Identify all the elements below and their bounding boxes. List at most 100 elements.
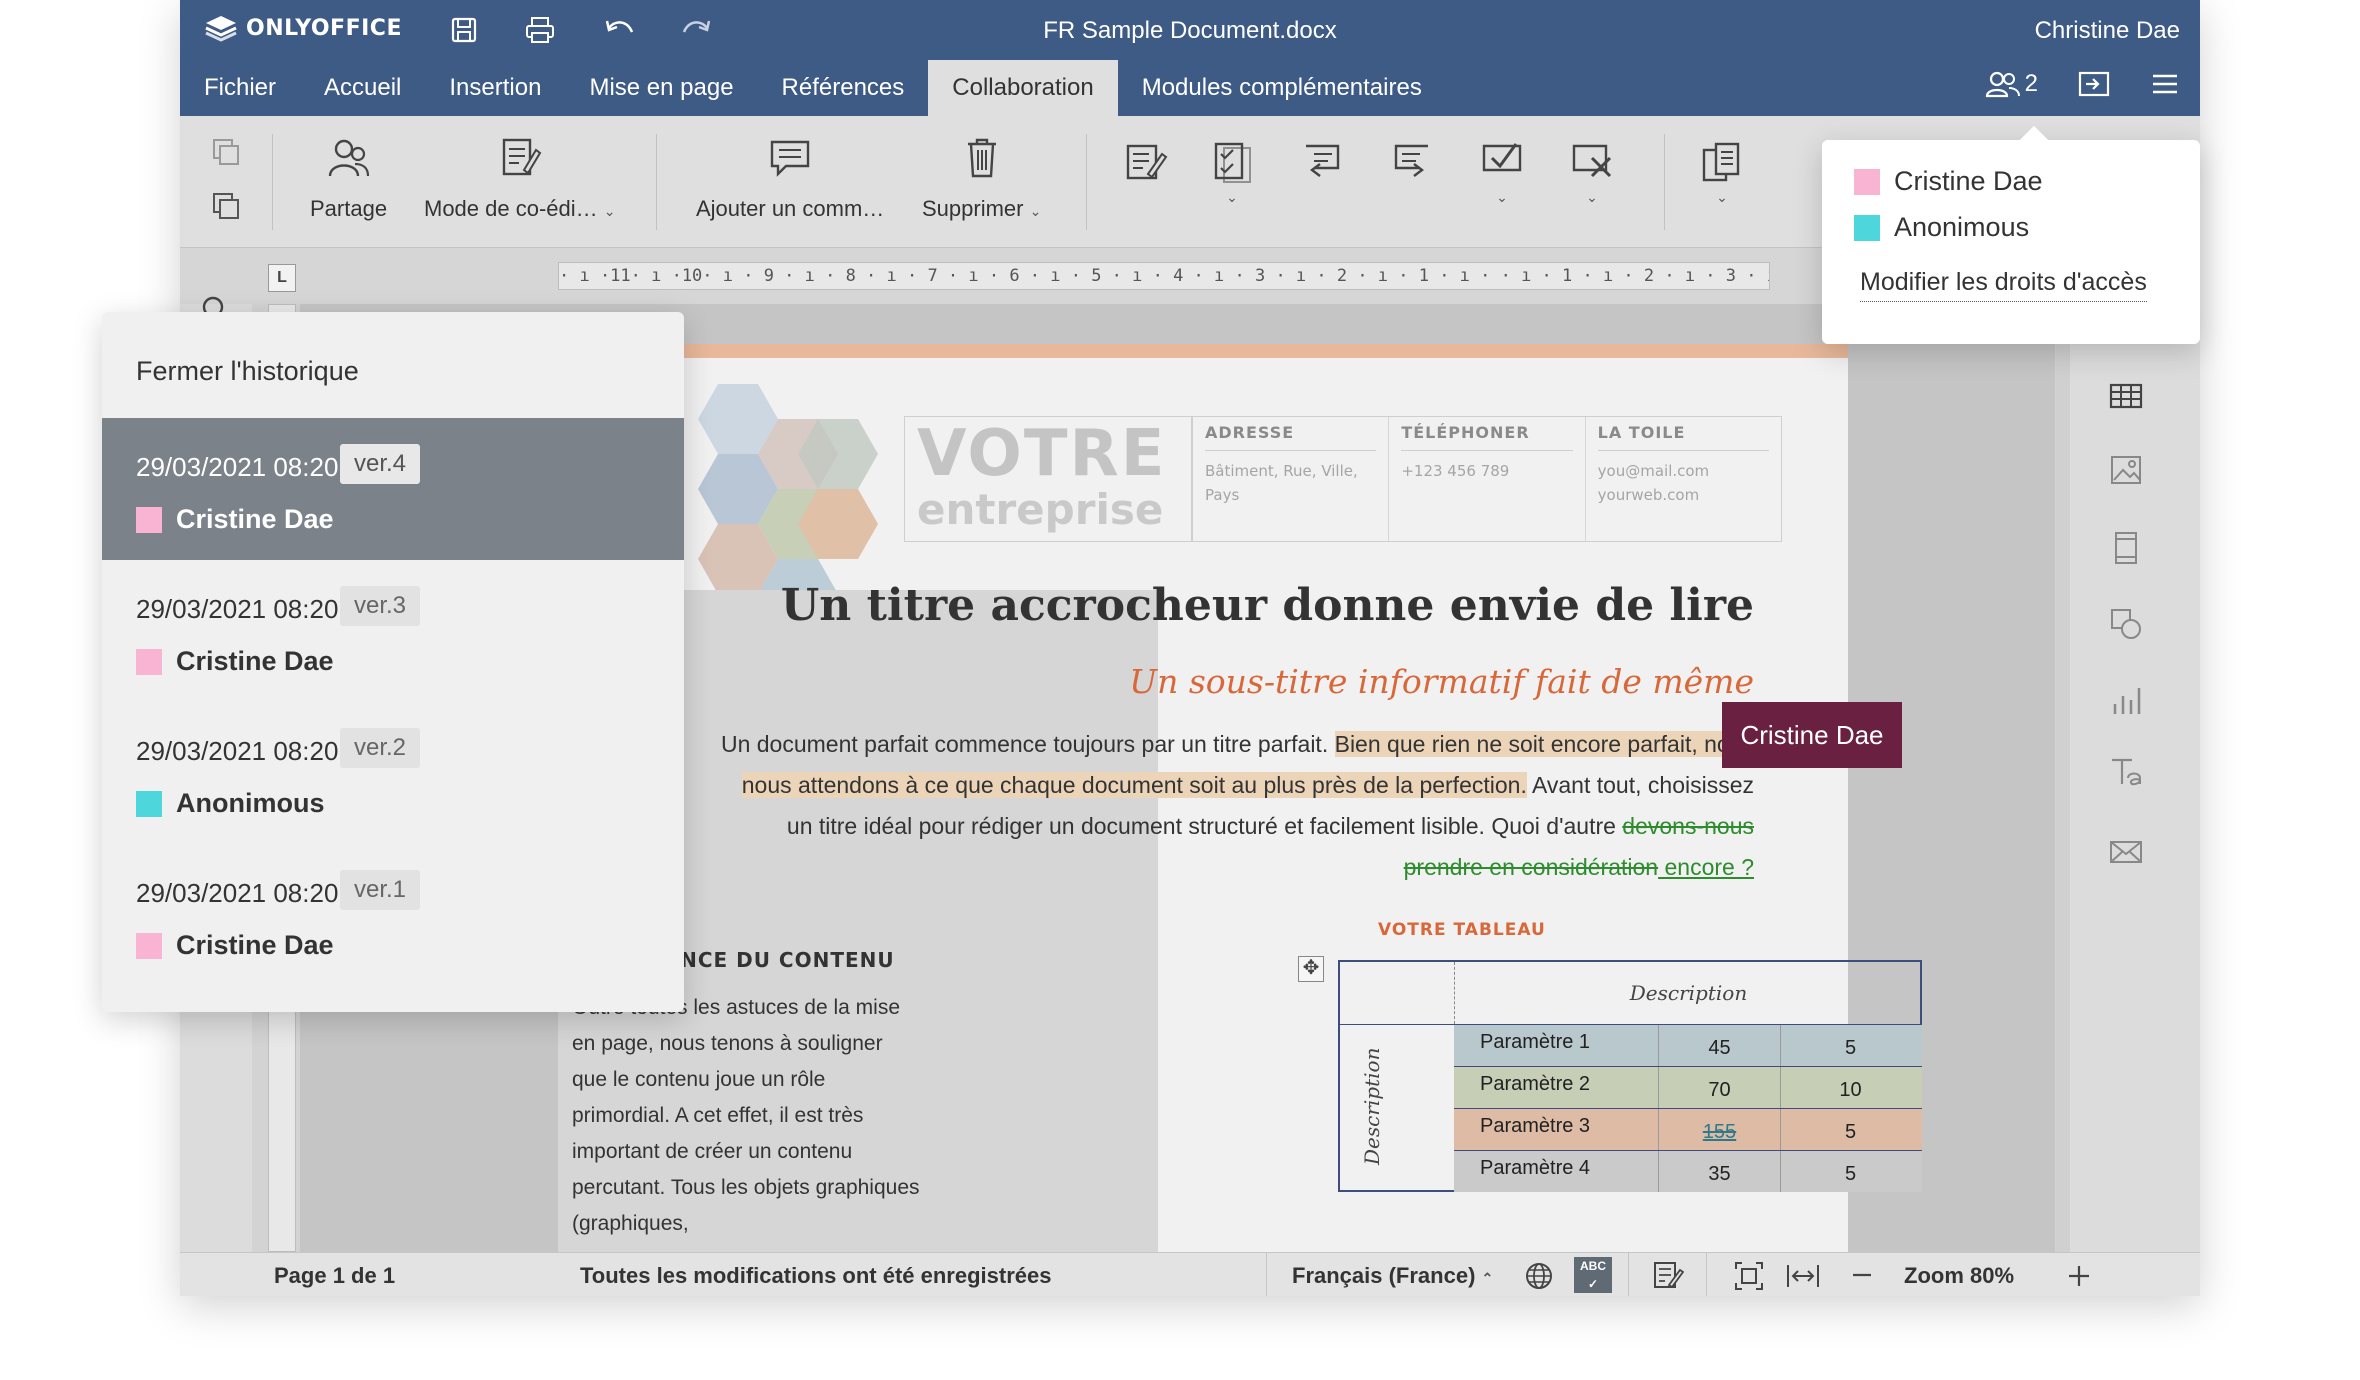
inserted-text[interactable]: encore ?: [1658, 854, 1754, 880]
document-heading[interactable]: Un titre accrocheur donne envie de lire: [781, 580, 1754, 631]
manage-access-rights-link[interactable]: Modifier les droits d'accès: [1860, 268, 2147, 302]
chart-settings-icon[interactable]: [2108, 682, 2144, 718]
hamburger-menu-icon[interactable]: [2150, 72, 2180, 96]
table-cell: 70: [1658, 1067, 1780, 1108]
history-user: Cristine Dae: [136, 930, 334, 961]
contact-header: TÉLÉPHONER: [1401, 423, 1573, 451]
trash-icon: [967, 138, 996, 178]
tab-mise-en-page[interactable]: Mise en page: [565, 60, 757, 116]
history-date: 29/03/2021 08:20: [136, 452, 339, 482]
company-name-big: VOTRE: [917, 417, 1167, 491]
share-button[interactable]: Partage: [310, 136, 387, 222]
user-color-swatch: [136, 790, 162, 817]
shape-settings-icon[interactable]: [2108, 606, 2144, 642]
chevron-down-icon: ⌄: [1716, 189, 1728, 205]
language-selector[interactable]: Français (France) ⌃: [1292, 1263, 1493, 1289]
tab-references[interactable]: Références: [758, 60, 929, 116]
coedit-mode-label-wrap: Mode de co-édi… ⌄: [424, 196, 616, 222]
tab-stop-selector[interactable]: L: [268, 264, 296, 292]
table-row[interactable]: Paramètre 2 70 10: [1454, 1066, 1922, 1108]
document-subtitle[interactable]: Un sous-titre informatif fait de même: [1129, 662, 1754, 701]
image-settings-icon[interactable]: [2108, 452, 2144, 488]
track-changes-icon[interactable]: [1124, 140, 1168, 184]
history-date: 29/03/2021 08:20: [136, 878, 339, 908]
tab-accueil[interactable]: Accueil: [300, 60, 425, 116]
fit-page-icon[interactable]: [1734, 1261, 1764, 1291]
spellcheck-icon[interactable]: ABC ✓: [1574, 1257, 1612, 1293]
history-item[interactable]: 29/03/2021 08:20 ver.1 Cristine Dae: [102, 844, 684, 986]
toolbar-separator: [1664, 134, 1665, 230]
history-item[interactable]: 29/03/2021 08:20 ver.2 Anonimous: [102, 702, 684, 844]
table-header-cell[interactable]: Description: [1454, 962, 1922, 1024]
zoom-out-icon[interactable]: [1850, 1265, 1874, 1285]
coedit-icon: [502, 138, 542, 176]
paste-icon[interactable]: [210, 190, 242, 222]
table-cell: Paramètre 1: [1480, 1031, 1591, 1053]
header-footer-icon[interactable]: [2108, 530, 2144, 566]
table-side-cell[interactable]: Description: [1340, 1024, 1454, 1192]
compare-icon: [1702, 142, 1740, 182]
next-change-icon[interactable]: [1390, 140, 1434, 184]
tab-fichier[interactable]: Fichier: [180, 60, 300, 116]
compare-button[interactable]: ⌄: [1700, 140, 1744, 206]
history-user-name: Anonimous: [176, 788, 325, 818]
zoom-level[interactable]: Zoom 80%: [1904, 1263, 2014, 1289]
close-history-button[interactable]: Fermer l'historique: [136, 356, 359, 387]
users-button[interactable]: 2: [1985, 70, 2038, 98]
open-location-icon[interactable]: [2078, 70, 2110, 98]
share-icon: [328, 139, 369, 177]
chevron-down-icon: ⌄: [603, 203, 616, 219]
user-color-swatch: [1854, 214, 1880, 241]
add-comment-button[interactable]: Ajouter un comm…: [696, 136, 884, 222]
globe-language-icon[interactable]: [1524, 1261, 1554, 1291]
zoom-in-icon[interactable]: [2066, 1263, 2092, 1289]
version-badge: ver.4: [340, 444, 421, 484]
table-row[interactable]: Paramètre 1 45 5: [1454, 1024, 1922, 1066]
page-indicator[interactable]: Page 1 de 1: [274, 1263, 395, 1289]
tab-collaboration[interactable]: Collaboration: [928, 60, 1118, 116]
table-move-icon[interactable]: ✥: [1298, 956, 1324, 982]
horizontal-ruler[interactable]: · ı ·11· ı ·10· ı · 9 · ı · 8 · ı · 7 · …: [558, 262, 1770, 290]
delete-button[interactable]: Supprimer ⌄: [922, 136, 1041, 222]
table-title[interactable]: VOTRE TABLEAU: [1378, 920, 1546, 940]
menu-right-tools: 2: [1985, 70, 2180, 98]
table-row[interactable]: Paramètre 3 155 5: [1454, 1108, 1922, 1150]
data-table[interactable]: Description Description Paramètre 1 45 5…: [1338, 960, 1922, 1192]
table-row[interactable]: Paramètre 4 35 5: [1454, 1150, 1922, 1192]
body-paragraph[interactable]: Un document parfait commence toujours pa…: [714, 724, 1754, 888]
comment-icon: [770, 140, 810, 177]
tab-modules[interactable]: Modules complémentaires: [1118, 60, 1446, 116]
contact-line: you@mail.com: [1597, 462, 1710, 480]
copy-icon[interactable]: [210, 136, 242, 168]
tab-insertion[interactable]: Insertion: [425, 60, 565, 116]
collaborator-cursor-label: Cristine Dae: [1722, 702, 1902, 768]
user-color-swatch: [1854, 168, 1880, 195]
table-settings-icon[interactable]: [2108, 378, 2144, 414]
accept-change-button[interactable]: ⌄: [1480, 140, 1524, 206]
fit-width-icon[interactable]: [1786, 1261, 1820, 1291]
page-top-stripe: [558, 344, 1848, 358]
text-art-icon[interactable]: [2108, 754, 2144, 790]
previous-change-icon[interactable]: [1300, 140, 1344, 184]
section-body-text[interactable]: Outre toutes les astuces de la mise en p…: [572, 990, 922, 1242]
online-user-name: Anonimous: [1894, 212, 2030, 242]
mail-merge-icon[interactable]: [2108, 834, 2144, 870]
history-user: Cristine Dae: [136, 646, 334, 677]
vertical-scrollbar[interactable]: [2056, 304, 2070, 1252]
table-cell: 5: [1780, 1025, 1920, 1066]
coedit-mode-button[interactable]: Mode de co-édi… ⌄: [424, 136, 616, 222]
review-display-button[interactable]: ⌄: [1210, 140, 1254, 206]
contact-line: Bâtiment, Rue, Ville,: [1205, 462, 1358, 480]
table-cell: 155: [1658, 1109, 1780, 1150]
toolbar-separator: [1086, 134, 1087, 230]
document-title: FR Sample Document.docx: [1043, 17, 1337, 44]
changed-value[interactable]: 155: [1703, 1121, 1736, 1143]
reject-change-button[interactable]: ⌄: [1570, 140, 1614, 206]
history-item[interactable]: 29/03/2021 08:20 ver.3 Cristine Dae: [102, 560, 684, 702]
contact-header: ADRESSE: [1205, 423, 1377, 451]
history-item[interactable]: 29/03/2021 08:20 ver.4 Cristine Dae: [102, 418, 684, 560]
status-separator: [1266, 1253, 1267, 1296]
document-page[interactable]: VOTRE entreprise ADRESSE Bâtiment, Rue, …: [558, 344, 1922, 1252]
history-user-name: Cristine Dae: [176, 646, 334, 676]
track-changes-status-icon[interactable]: [1652, 1259, 1684, 1291]
